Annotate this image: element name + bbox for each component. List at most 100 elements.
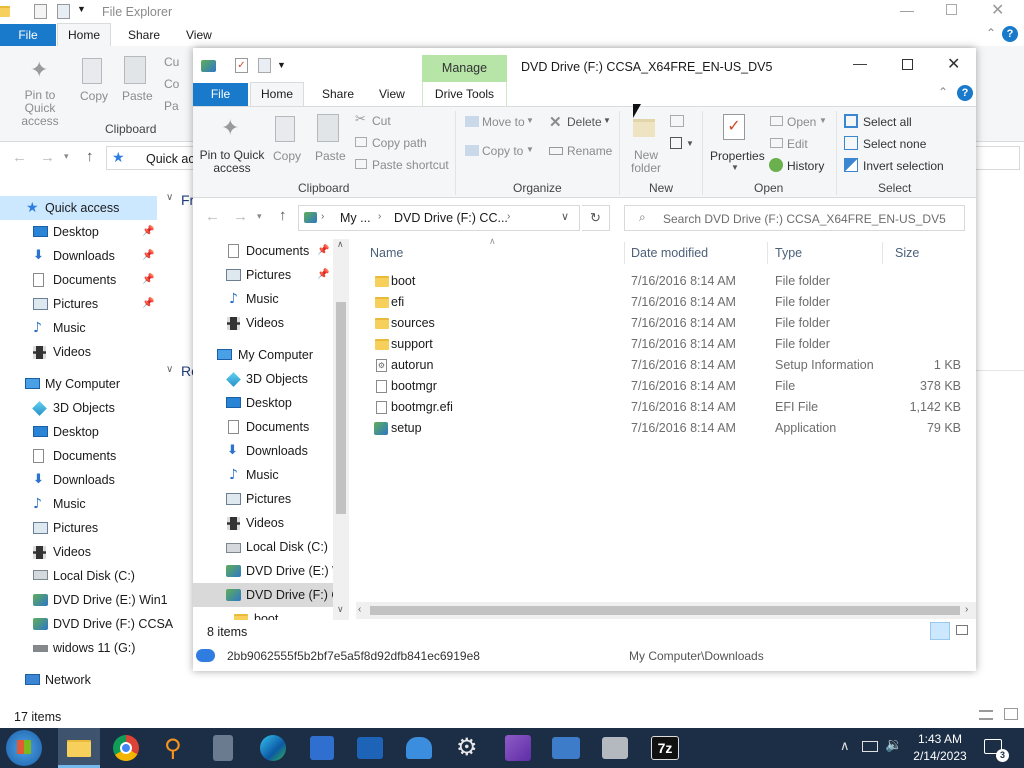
minimize-button[interactable]: — [900, 2, 914, 18]
back-nav-downloads[interactable]: ⬇ Downloads 📌 [0, 244, 157, 268]
recent-locations-icon[interactable]: ▾ [64, 151, 69, 162]
large-icons-view-icon[interactable] [1004, 708, 1018, 720]
back-nav-usb-g[interactable]: widows 11 (G:) [0, 636, 157, 660]
scroll-left-icon[interactable]: ‹ [358, 604, 361, 615]
file-row[interactable]: efi 7/16/2016 8:14 AM File folder [356, 292, 971, 313]
file-row[interactable]: sources 7/16/2016 8:14 AM File folder [356, 313, 971, 334]
front-nav-documents[interactable]: Documents 📌 [193, 239, 333, 263]
scroll-down-icon[interactable]: ∨ [337, 604, 344, 615]
column-header-name[interactable]: Name [370, 246, 403, 260]
back-button[interactable]: ← [205, 208, 220, 225]
back-paste-button[interactable]: Paste [122, 89, 153, 103]
taskbar-people[interactable] [406, 737, 432, 759]
file-row[interactable]: support 7/16/2016 8:14 AM File folder [356, 334, 971, 355]
column-header-type[interactable]: Type [775, 246, 802, 260]
back-nav-documents[interactable]: Documents 📌 [0, 268, 157, 292]
history-button[interactable]: History [787, 159, 824, 173]
network-icon[interactable] [862, 741, 878, 752]
copy-button[interactable]: Copy [273, 149, 301, 163]
back-nav-music-2[interactable]: ♪ Music [0, 492, 157, 516]
file-row[interactable]: setup 7/16/2016 8:14 AM Application 79 KB [356, 418, 971, 439]
show-hidden-icons-icon[interactable]: ∧ [840, 738, 850, 754]
new-folder-button[interactable]: New folder [629, 149, 663, 175]
select-all-button[interactable]: Select all [863, 115, 912, 129]
large-icons-view-icon[interactable] [956, 625, 968, 635]
scroll-right-icon[interactable]: › [965, 604, 968, 615]
help-icon[interactable]: ? [957, 85, 973, 101]
invert-selection-button[interactable]: Invert selection [863, 159, 944, 173]
taskbar-visual-studio[interactable] [505, 735, 531, 761]
front-tab-home[interactable]: Home [250, 82, 304, 107]
properties-qat-icon[interactable] [34, 4, 47, 19]
taskbar-photos[interactable] [357, 737, 383, 759]
back-tab-file[interactable]: File [0, 24, 56, 46]
front-nav-music[interactable]: ♪ Music [193, 287, 333, 311]
address-dropdown-icon[interactable]: ∨ [561, 210, 569, 223]
properties-button[interactable]: Properties [710, 149, 765, 163]
front-nav-boot[interactable]: boot [193, 607, 333, 620]
column-header-date[interactable]: Date modified [631, 246, 708, 260]
address-bar[interactable]: › My ... › DVD Drive (F:) CC... › ∨ [298, 205, 580, 231]
pin-icon[interactable]: 📌 [317, 239, 329, 263]
back-nav-documents-2[interactable]: Documents [0, 444, 157, 468]
search-app-icon[interactable]: ⚲ [164, 734, 182, 762]
back-tab-share[interactable]: Share [128, 28, 160, 42]
back-copy-button[interactable]: Copy [80, 89, 108, 103]
front-nav-pictures-2[interactable]: Pictures [193, 487, 333, 511]
recent-locations-icon[interactable]: ▾ [257, 211, 262, 222]
back-nav-quick-access[interactable]: ★ Quick access [0, 196, 157, 220]
move-to-button[interactable]: Move to [482, 115, 525, 129]
select-none-button[interactable]: Select none [863, 137, 926, 151]
forward-button[interactable]: → [233, 208, 248, 225]
volume-icon[interactable]: 🔉 [885, 737, 902, 753]
back-nav-dvd-e[interactable]: DVD Drive (E:) Win1 [0, 588, 168, 612]
edit-button[interactable]: Edit [787, 137, 808, 151]
cut-button[interactable]: Cut [372, 114, 391, 128]
details-view-icon[interactable] [979, 710, 993, 720]
expand-icon[interactable]: ∨ [166, 192, 173, 203]
pin-icon[interactable]: 📌 [142, 220, 154, 244]
scrollbar-thumb[interactable] [370, 606, 960, 615]
back-nav-local-disk[interactable]: Local Disk (C:) [0, 564, 157, 588]
front-nav-3d-objects[interactable]: 3D Objects [193, 367, 333, 391]
taskbar-remote-desktop[interactable] [552, 737, 580, 759]
qat-dropdown-icon[interactable]: ▼ [77, 4, 86, 14]
paste-shortcut-button[interactable]: Paste shortcut [372, 158, 449, 172]
front-tab-view[interactable]: View [379, 87, 405, 101]
front-nav-pictures[interactable]: Pictures 📌 [193, 263, 333, 287]
back-nav-pictures[interactable]: Pictures 📌 [0, 292, 157, 316]
back-nav-3d-objects[interactable]: 3D Objects [0, 396, 157, 420]
horizontal-scrollbar[interactable]: ‹ › [356, 602, 976, 619]
front-nav-downloads[interactable]: ⬇ Downloads [193, 439, 333, 463]
easy-access-icon[interactable] [670, 137, 682, 149]
back-nav-videos[interactable]: Videos [0, 340, 157, 364]
back-nav-videos-2[interactable]: Videos [0, 540, 157, 564]
qat-dropdown-icon[interactable]: ▼ [277, 60, 286, 70]
scrollbar-thumb[interactable] [336, 302, 346, 514]
front-tab-share[interactable]: Share [322, 87, 354, 101]
taskbar-calculator[interactable] [213, 735, 233, 761]
front-nav-local-disk[interactable]: Local Disk (C:) [193, 535, 333, 559]
back-tab-view[interactable]: View [186, 28, 212, 42]
maximize-button[interactable] [902, 59, 913, 70]
taskbar-edge[interactable] [260, 735, 286, 761]
open-button[interactable]: Open [787, 115, 816, 129]
front-tab-file[interactable]: File [193, 83, 248, 106]
breadcrumb-dvd-drive[interactable]: DVD Drive (F:) CC... [394, 211, 508, 225]
file-row[interactable]: boot 7/16/2016 8:14 AM File folder [356, 271, 971, 292]
expand-icon[interactable]: ∨ [166, 364, 173, 375]
new-item-icon[interactable] [670, 115, 684, 127]
search-box[interactable]: ⌕ Search DVD Drive (F:) CCSA_X64FRE_EN-U… [624, 205, 965, 231]
scroll-up-icon[interactable]: ∧ [337, 239, 344, 250]
back-nav-desktop-2[interactable]: Desktop [0, 420, 157, 444]
settings-icon[interactable]: ⚙ [456, 733, 478, 761]
close-button[interactable]: ✕ [947, 54, 960, 74]
close-button[interactable]: ✕ [991, 0, 1004, 20]
back-nav-desktop[interactable]: Desktop 📌 [0, 220, 157, 244]
file-row[interactable]: bootmgr.efi 7/16/2016 8:14 AM EFI File 1,14… [356, 397, 971, 418]
back-tab-home[interactable]: Home [57, 23, 111, 47]
back-nav-my-computer[interactable]: My Computer [0, 372, 157, 396]
minimize-button[interactable]: — [853, 55, 867, 71]
back-copy-small-button[interactable]: Co [164, 77, 179, 91]
front-nav-videos[interactable]: Videos [193, 311, 333, 335]
